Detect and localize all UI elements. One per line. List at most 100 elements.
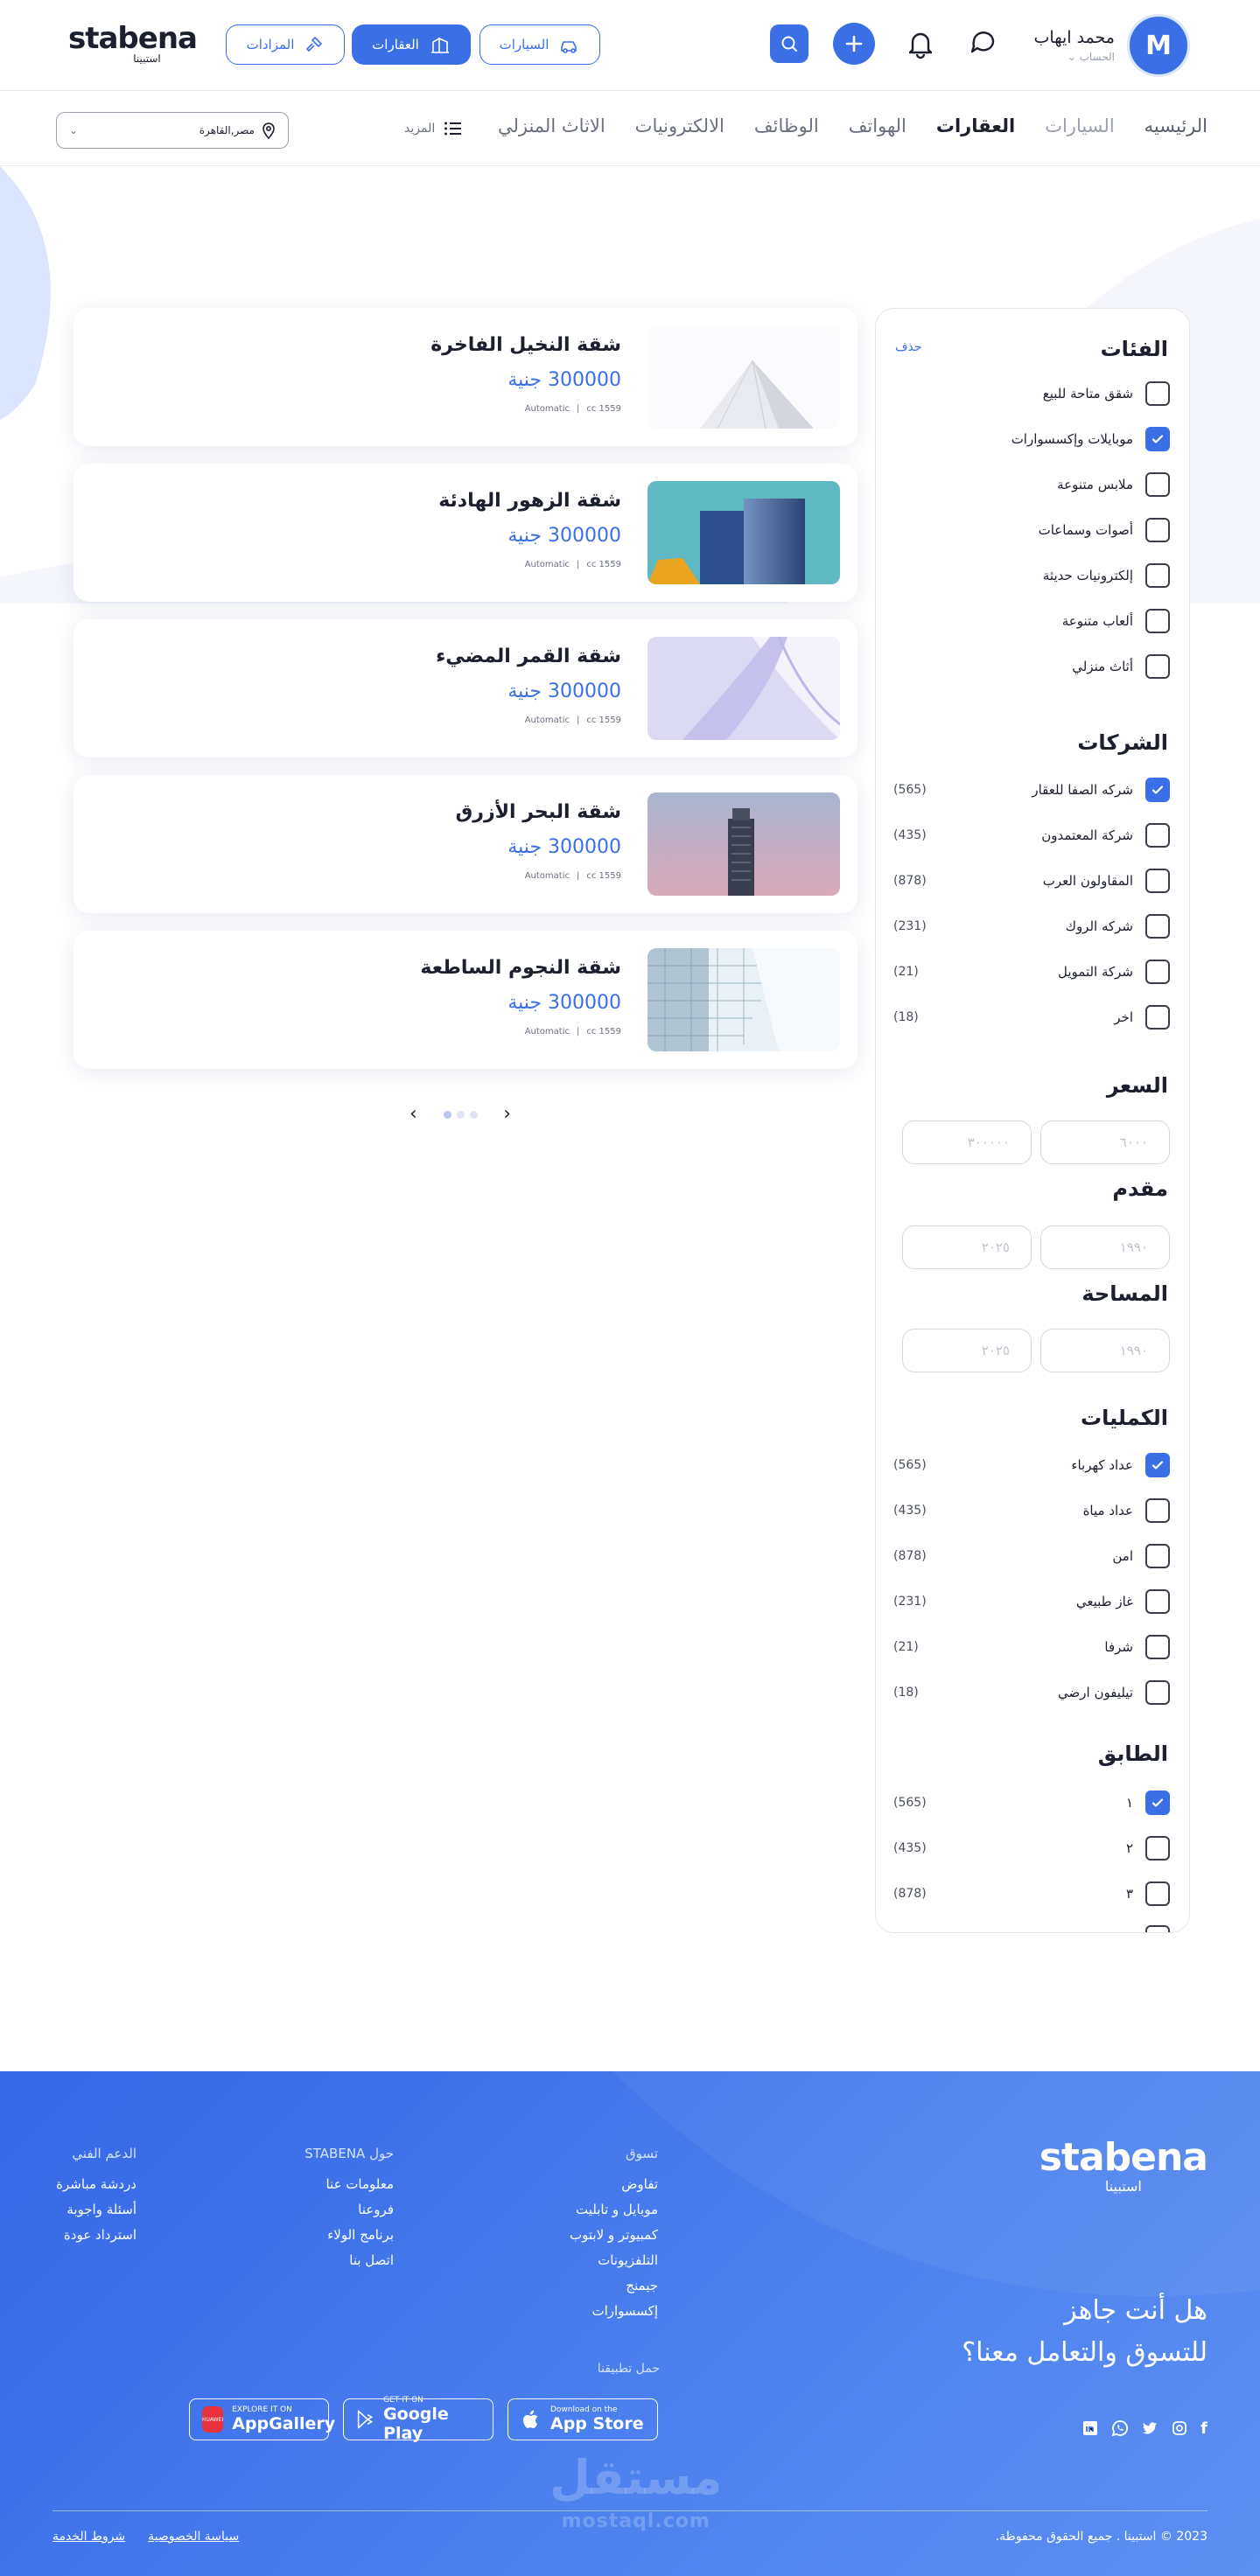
price-from-input[interactable]: ٦٠٠٠ [1040, 1120, 1170, 1164]
checkbox[interactable] [1145, 823, 1170, 848]
chevron-left-icon[interactable]: ‹ [503, 1103, 511, 1125]
checkbox[interactable] [1145, 381, 1170, 406]
clear-filters-link[interactable]: حذف [895, 340, 922, 354]
area-to-input[interactable]: ٢٠٢٥ [902, 1329, 1032, 1372]
avatar[interactable]: M [1127, 14, 1190, 77]
checkbox[interactable] [1145, 914, 1170, 939]
company-option[interactable]: اخر (18) [893, 1004, 1170, 1030]
category-option-label[interactable]: أصوات وسماعات [1039, 518, 1170, 542]
extra-option[interactable]: غاز طبيعي (231) [893, 1588, 1170, 1615]
listing-card[interactable]: شقة النجوم الساطعة 300000 جنية 1559 cc | Aut… [74, 931, 858, 1069]
checkbox[interactable] [1145, 869, 1170, 893]
category-option-label[interactable]: موبايلات وإكسسوارات [1012, 427, 1170, 451]
add-button[interactable] [833, 23, 875, 65]
auctions-pill-button[interactable]: المزادات [226, 24, 345, 65]
bell-icon[interactable] [900, 23, 942, 65]
footer-link[interactable]: موبايل و تابليت [570, 2197, 658, 2223]
category-option[interactable]: إلكترونيات حديثة [893, 562, 1170, 589]
checkbox[interactable] [1145, 1453, 1170, 1477]
floor-option-label[interactable]: ٢ [1126, 1836, 1170, 1860]
extra-option-label[interactable]: شرفا [1104, 1635, 1170, 1659]
checkbox[interactable] [1145, 427, 1170, 451]
category-option-label[interactable]: شقق متاحة للبيع [1043, 381, 1170, 406]
checkbox[interactable] [1145, 1881, 1170, 1906]
footer-link[interactable]: إكسسوارات [570, 2299, 658, 2324]
chevron-right-icon[interactable]: › [410, 1103, 417, 1125]
whatsapp-icon[interactable] [1111, 2419, 1129, 2437]
listing-title[interactable]: شقة النجوم الساطعة [420, 957, 621, 979]
footer-link[interactable]: التلفزيونات [570, 2248, 658, 2273]
category-option[interactable]: ملابس متنوعة [893, 471, 1170, 498]
nav-item-realestate[interactable]: العقارات [936, 115, 1015, 136]
checkbox[interactable] [1145, 1005, 1170, 1030]
location-select[interactable]: مصر,القاهرة ⌄ [56, 112, 289, 149]
checkbox[interactable] [1145, 778, 1170, 802]
category-option-label[interactable]: أثاث منزلي [1072, 654, 1170, 679]
extra-option-label[interactable]: امن [1112, 1544, 1170, 1568]
company-option-label[interactable]: المقاولون العرب [1043, 869, 1170, 893]
floor-option[interactable]: ٣ (878) [893, 1881, 1170, 1907]
checkbox[interactable] [1145, 609, 1170, 633]
category-option[interactable]: شقق متاحة للبيع [893, 380, 1170, 407]
category-option[interactable]: موبايلات وإكسسوارات [893, 426, 1170, 452]
google-play-button[interactable]: GET IT ON Google Play [343, 2396, 494, 2443]
extra-option[interactable]: عداد مياة (435) [893, 1497, 1170, 1524]
area-from-input[interactable]: ١٩٩٠ [1040, 1329, 1170, 1372]
listing-card[interactable]: شقة البحر الأزرق 300000 جنية 1559 cc | Autom… [74, 775, 858, 913]
footer-link[interactable]: دردشة مباشرة [56, 2172, 136, 2197]
checkbox[interactable] [1145, 960, 1170, 984]
checkbox[interactable] [1145, 1791, 1170, 1815]
checkbox[interactable] [1145, 563, 1170, 588]
company-option-label[interactable]: شركة التمويل [1058, 960, 1170, 984]
app-gallery-button[interactable]: HUAWEI EXPLORE IT ON AppGallery [189, 2398, 335, 2440]
listing-title[interactable]: شقة البحر الأزرق [456, 801, 621, 823]
floor-option-label[interactable]: ١ [1126, 1791, 1170, 1815]
privacy-link[interactable]: سياسة الخصوصية [148, 2530, 239, 2544]
checkbox[interactable] [1145, 1544, 1170, 1568]
footer-link[interactable]: برنامج الولاء [304, 2223, 394, 2248]
user-menu[interactable]: M محمد ايهاب الحساب ⌄ [1034, 14, 1190, 77]
footer-logo[interactable]: stabena استبينا [1040, 2138, 1208, 2196]
footer-link[interactable]: أسئلة واجوبة [56, 2197, 136, 2223]
nav-item-phones[interactable]: الهواتف [849, 115, 906, 136]
twitter-icon[interactable] [1141, 2419, 1158, 2437]
footer-link[interactable]: استرداد عودة [56, 2223, 136, 2248]
extra-option[interactable]: امن (878) [893, 1543, 1170, 1569]
checkbox[interactable] [1145, 1925, 1170, 1932]
checkbox[interactable] [1145, 1680, 1170, 1705]
extra-option-label[interactable]: عداد مياة [1083, 1498, 1170, 1523]
page-dot[interactable] [456, 1110, 465, 1119]
chat-icon[interactable] [962, 23, 1004, 65]
instagram-icon[interactable] [1171, 2419, 1188, 2437]
checkbox[interactable] [1145, 654, 1170, 679]
listing-title[interactable]: شقة القمر المضيء [436, 646, 621, 667]
extra-option-label[interactable]: عداد كهرباء [1071, 1453, 1170, 1477]
footer-link[interactable]: معلومات عنا [304, 2172, 394, 2197]
footer-link[interactable]: تفاوض [570, 2172, 658, 2197]
company-option[interactable]: المقاولون العرب (878) [893, 868, 1170, 894]
category-option[interactable]: أثاث منزلي [893, 653, 1170, 680]
checkbox[interactable] [1145, 1635, 1170, 1659]
category-option-label[interactable]: ملابس متنوعة [1057, 472, 1170, 497]
more-button[interactable]: المزيد [404, 121, 463, 136]
listing-image[interactable] [648, 792, 840, 896]
extra-option[interactable]: عداد كهرباء (565) [893, 1452, 1170, 1478]
price-to-input[interactable]: ٣٠٠٠٠٠ [902, 1120, 1032, 1164]
listing-title[interactable]: شقة النخيل الفاخرة [430, 334, 621, 356]
nav-item-electronics[interactable]: الالكترونيات [635, 115, 724, 136]
floor-option[interactable]: ٢ (435) [893, 1835, 1170, 1861]
listing-image[interactable] [648, 637, 840, 740]
company-option[interactable]: شركة التمويل (21) [893, 959, 1170, 985]
listing-image[interactable] [648, 948, 840, 1051]
listing-card[interactable]: شقة الزهور الهادئة 300000 جنية 1559 cc | Aut… [74, 464, 858, 602]
extra-option-label[interactable]: غاز طبيعي [1076, 1589, 1170, 1614]
linkedin-icon[interactable] [1082, 2419, 1099, 2437]
checkbox[interactable] [1145, 472, 1170, 497]
nav-item-jobs[interactable]: الوظائف [754, 115, 819, 136]
company-option[interactable]: شركه الصفا للعقار (565) [893, 777, 1170, 803]
footer-link[interactable]: فروعنا [304, 2197, 394, 2223]
category-option[interactable]: ألعاب متنوعة [893, 608, 1170, 634]
extra-option-label[interactable]: تيليفون ارضي [1058, 1680, 1170, 1705]
listing-card[interactable]: شقة النخيل الفاخرة 300000 جنية 1559 cc | Aut… [74, 308, 858, 446]
company-option[interactable]: شركة المعتمدون (435) [893, 822, 1170, 848]
